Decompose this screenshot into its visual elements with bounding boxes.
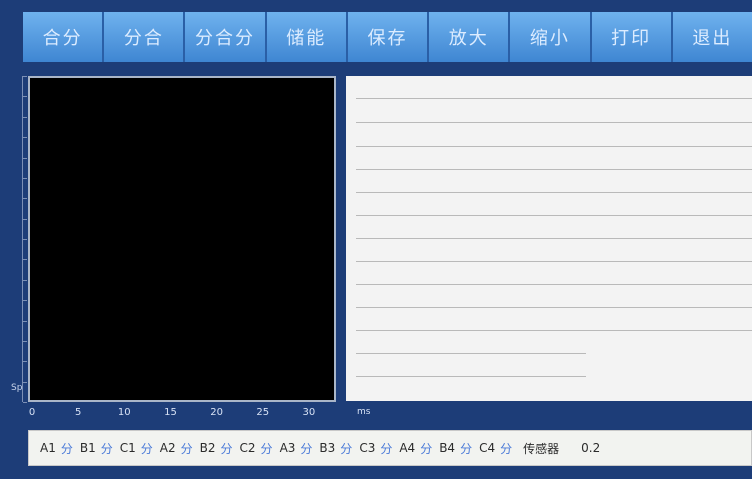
- sensor-label: 传感器: [523, 441, 560, 456]
- x-tick-label: 5: [74, 407, 82, 418]
- channel-state-c4: 分: [500, 441, 513, 456]
- x-axis: 0 5 10 15 20 25 30: [28, 402, 336, 424]
- close-open-button[interactable]: 合分: [23, 12, 105, 62]
- channel-state-a2: 分: [180, 441, 193, 456]
- data-row-line: [356, 98, 752, 99]
- y-axis-tick: [23, 117, 27, 118]
- data-row-line: [356, 169, 752, 170]
- sensor-value: 0.2: [581, 441, 601, 455]
- channel-name-a2: A2: [159, 441, 176, 455]
- y-axis-tick: [23, 402, 27, 403]
- data-list-panel: [346, 76, 752, 401]
- y-axis-tick: [23, 178, 27, 179]
- channel-state-a1: 分: [60, 441, 73, 456]
- channel-name-c3: C3: [359, 441, 376, 455]
- y-axis-tick: [23, 198, 27, 199]
- y-axis-tick: [23, 239, 27, 240]
- channel-name-b2: B2: [199, 441, 216, 455]
- channel-state-a3: 分: [300, 441, 313, 456]
- channel-name-c2: C2: [239, 441, 256, 455]
- y-axis-tick: [23, 361, 27, 362]
- channel-name-c1: C1: [119, 441, 136, 455]
- channel-name-a4: A4: [399, 441, 416, 455]
- y-axis-tick: [23, 158, 27, 159]
- data-row-line: [356, 238, 752, 239]
- y-axis-tick: [23, 259, 27, 260]
- energy-store-button[interactable]: 储能: [266, 12, 348, 62]
- channel-status-bar: A1 分 B1 分 C1 分 A2 分 B2 分 C2 分 A3 分 B3 分 …: [28, 430, 752, 466]
- data-row-line: [356, 284, 752, 285]
- channel-name-b1: B1: [79, 441, 96, 455]
- channel-state-c3: 分: [380, 441, 393, 456]
- exit-button[interactable]: 退出: [672, 12, 752, 62]
- print-button[interactable]: 打印: [591, 12, 673, 62]
- zoom-out-button[interactable]: 缩小: [510, 12, 592, 62]
- channel-name-b4: B4: [439, 441, 456, 455]
- data-row-line: [356, 192, 752, 193]
- x-tick-label: 20: [210, 407, 223, 418]
- channel-state-b3: 分: [340, 441, 353, 456]
- waveform-plot: [28, 76, 336, 402]
- channel-state-b1: 分: [100, 441, 113, 456]
- x-tick-label: 10: [117, 407, 131, 418]
- y-axis-tick: [23, 96, 27, 97]
- y-axis-tick: [23, 137, 27, 138]
- channel-state-b4: 分: [460, 441, 473, 456]
- channel-name-c4: C4: [479, 441, 496, 455]
- data-row-line: [356, 261, 752, 262]
- y-axis-label: Sp: [11, 383, 23, 393]
- channel-state-c2: 分: [260, 441, 273, 456]
- save-button[interactable]: 保存: [347, 12, 430, 62]
- zoom-in-button[interactable]: 放大: [429, 12, 511, 62]
- data-row-line: [356, 376, 586, 377]
- x-tick-label: 0: [28, 407, 36, 418]
- data-row-line: [356, 122, 752, 123]
- data-row-line: [356, 215, 752, 216]
- channel-name-b3: B3: [319, 441, 336, 455]
- x-tick-label: 25: [256, 407, 270, 418]
- channel-name-a3: A3: [279, 441, 296, 455]
- y-axis-tick: [23, 382, 27, 383]
- toolbar: 合分 分合 分合分 储能 保存 放大 缩小 打印 退出: [23, 12, 752, 62]
- open-close-open-button[interactable]: 分合分: [185, 12, 267, 62]
- y-axis-tick: [23, 76, 27, 77]
- y-axis-tick: [23, 280, 27, 281]
- x-tick-label: 30: [302, 407, 316, 418]
- x-tick-label: 15: [164, 407, 177, 418]
- data-row-line: [356, 146, 752, 147]
- channel-state-c1: 分: [140, 441, 153, 456]
- data-row-line: [356, 330, 752, 331]
- data-row-line: [356, 353, 586, 354]
- data-row-line: [356, 307, 752, 308]
- open-close-button[interactable]: 分合: [104, 12, 186, 62]
- channel-state-a4: 分: [420, 441, 433, 456]
- channel-name-a1: A1: [40, 441, 56, 455]
- x-axis-unit: ms: [357, 407, 371, 417]
- y-axis-tick: [23, 341, 27, 342]
- channel-state-b2: 分: [220, 441, 233, 456]
- y-axis-tick: [23, 219, 27, 220]
- y-axis-tick: [23, 300, 27, 301]
- y-axis-tick: [23, 321, 27, 322]
